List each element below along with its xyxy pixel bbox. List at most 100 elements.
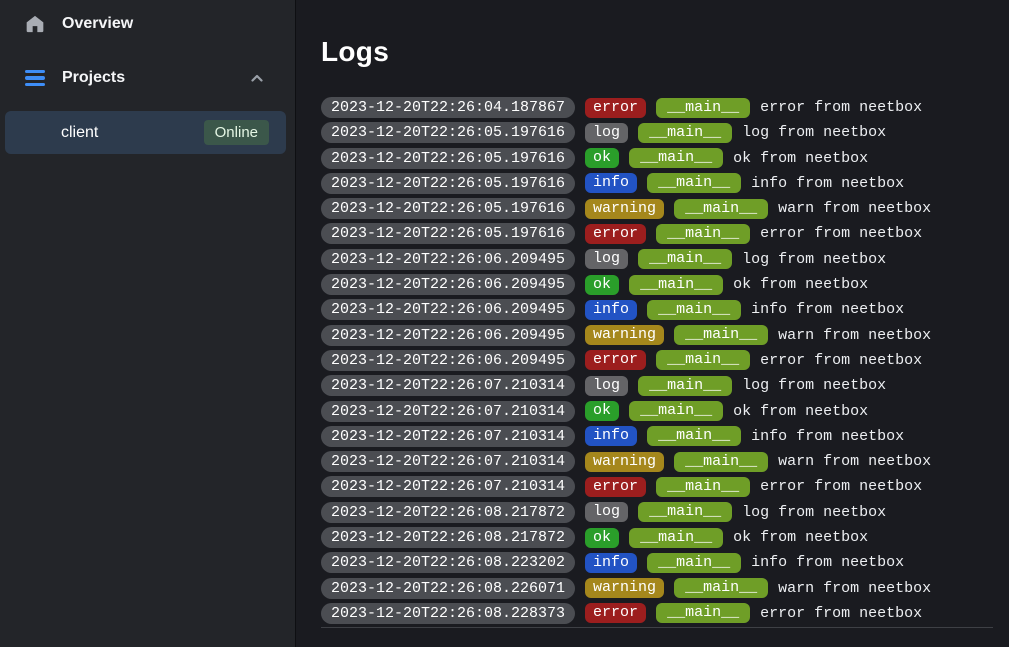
sidebar-item-client[interactable]: client Online xyxy=(5,111,286,154)
log-tag-badge: __main__ xyxy=(638,123,732,143)
main-content: Logs 2023-12-20T22:26:04.187867 error __ma… xyxy=(296,0,1009,647)
log-tag-badge: __main__ xyxy=(638,376,732,396)
log-timestamp: 2023-12-20T22:26:08.217872 xyxy=(321,502,575,523)
status-badge: Online xyxy=(204,120,269,145)
log-level-badge: log xyxy=(585,249,628,269)
log-level-badge: info xyxy=(585,173,637,193)
sidebar-item-projects[interactable]: Projects xyxy=(0,59,295,97)
log-level-badge: error xyxy=(585,98,646,118)
log-tag-badge: __main__ xyxy=(674,452,768,472)
log-row: 2023-12-20T22:26:05.197616warning__main_… xyxy=(321,198,993,219)
log-timestamp: 2023-12-20T22:26:06.209495 xyxy=(321,249,575,270)
log-timestamp: 2023-12-20T22:26:04.187867 xyxy=(321,97,575,118)
log-level-badge: warning xyxy=(585,452,664,472)
log-tag-badge: __main__ xyxy=(629,528,723,548)
log-level-badge: warning xyxy=(585,578,664,598)
log-message: ok from neetbox xyxy=(733,529,868,546)
log-tag-badge: __main__ xyxy=(674,199,768,219)
log-row: 2023-12-20T22:26:06.209495info__main__in… xyxy=(321,299,993,320)
log-level-badge: ok xyxy=(585,401,619,421)
log-message: info from neetbox xyxy=(751,428,904,445)
log-row: 2023-12-20T22:26:08.217872 log __main__ log… xyxy=(321,502,993,523)
log-level-badge: log xyxy=(585,123,628,143)
log-level-badge: error xyxy=(585,224,646,244)
log-message: ok from neetbox xyxy=(733,403,868,420)
log-message: error from neetbox xyxy=(760,605,922,622)
log-message: warn from neetbox xyxy=(778,453,931,470)
log-tag-badge: __main__ xyxy=(674,578,768,598)
log-timestamp: 2023-12-20T22:26:05.197616 xyxy=(321,198,575,219)
log-level-badge: info xyxy=(585,553,637,573)
log-tag-badge: __main__ xyxy=(674,325,768,345)
log-tag-badge: __main__ xyxy=(629,148,723,168)
log-level-badge: error xyxy=(585,603,646,623)
log-message: ok from neetbox xyxy=(733,150,868,167)
log-row: 2023-12-20T22:26:08.217872 ok __main__ ok f… xyxy=(321,527,993,548)
log-message: ok from neetbox xyxy=(733,276,868,293)
project-name: client xyxy=(61,124,98,142)
log-level-badge: info xyxy=(585,426,637,446)
sidebar-item-overview[interactable]: Overview xyxy=(0,5,295,43)
log-message: error from neetbox xyxy=(760,478,922,495)
log-message: log from neetbox xyxy=(742,251,886,268)
log-level-badge: log xyxy=(585,502,628,522)
sidebar-item-label: Projects xyxy=(62,69,125,87)
log-row: 2023-12-20T22:26:06.209495warning__main_… xyxy=(321,325,993,346)
log-tag-badge: __main__ xyxy=(656,224,750,244)
log-level-badge: log xyxy=(585,376,628,396)
log-timestamp: 2023-12-20T22:26:08.228373 xyxy=(321,603,575,624)
log-tag-badge: __main__ xyxy=(656,477,750,497)
log-timestamp: 2023-12-20T22:26:08.226071 xyxy=(321,578,575,599)
log-level-badge: ok xyxy=(585,528,619,548)
log-timestamp: 2023-12-20T22:26:06.209495 xyxy=(321,350,575,371)
chevron-up-icon[interactable] xyxy=(249,70,265,86)
log-level-badge: ok xyxy=(585,275,619,295)
page-title: Logs xyxy=(321,36,993,68)
log-timestamp: 2023-12-20T22:26:07.210314 xyxy=(321,451,575,472)
log-tag-badge: __main__ xyxy=(656,350,750,370)
log-timestamp: 2023-12-20T22:26:07.210314 xyxy=(321,476,575,497)
log-timestamp: 2023-12-20T22:26:05.197616 xyxy=(321,122,575,143)
log-timestamp: 2023-12-20T22:26:05.197616 xyxy=(321,148,575,169)
log-level-badge: warning xyxy=(585,325,664,345)
log-tag-badge: __main__ xyxy=(638,502,732,522)
log-row: 2023-12-20T22:26:04.187867 error __main__ e… xyxy=(321,97,993,118)
log-tag-badge: __main__ xyxy=(656,603,750,623)
log-row: 2023-12-20T22:26:06.209495 log __main__ log… xyxy=(321,249,993,270)
sidebar-item-label: Overview xyxy=(62,15,133,33)
log-timestamp: 2023-12-20T22:26:06.209495 xyxy=(321,274,575,295)
menu-icon xyxy=(25,68,45,88)
log-tag-badge: __main__ xyxy=(656,98,750,118)
log-row: 2023-12-20T22:26:07.210314 error __main__ e… xyxy=(321,476,993,497)
log-timestamp: 2023-12-20T22:26:07.210314 xyxy=(321,426,575,447)
log-timestamp: 2023-12-20T22:26:08.217872 xyxy=(321,527,575,548)
log-message: warn from neetbox xyxy=(778,580,931,597)
log-timestamp: 2023-12-20T22:26:05.197616 xyxy=(321,223,575,244)
sidebar: Overview Projects client Online xyxy=(0,0,296,647)
log-tag-badge: __main__ xyxy=(638,249,732,269)
log-message: info from neetbox xyxy=(751,175,904,192)
log-message: error from neetbox xyxy=(760,99,922,116)
log-timestamp: 2023-12-20T22:26:07.210314 xyxy=(321,401,575,422)
log-message: log from neetbox xyxy=(742,504,886,521)
divider xyxy=(321,627,993,628)
log-level-badge: error xyxy=(585,350,646,370)
log-tag-badge: __main__ xyxy=(629,401,723,421)
log-row: 2023-12-20T22:26:05.197616 ok __main__ ok f… xyxy=(321,148,993,169)
log-timestamp: 2023-12-20T22:26:06.209495 xyxy=(321,299,575,320)
log-timestamp: 2023-12-20T22:26:08.223202 xyxy=(321,552,575,573)
log-row: 2023-12-20T22:26:07.210314 warning __main_… xyxy=(321,451,993,472)
log-tag-badge: __main__ xyxy=(647,426,741,446)
log-message: log from neetbox xyxy=(742,124,886,141)
log-row: 2023-12-20T22:26:08.223202 info __main__ in… xyxy=(321,552,993,573)
log-level-badge: ok xyxy=(585,148,619,168)
log-tag-badge: __main__ xyxy=(647,173,741,193)
log-timestamp: 2023-12-20T22:26:07.210314 xyxy=(321,375,575,396)
log-level-badge: info xyxy=(585,300,637,320)
log-tag-badge: __main__ xyxy=(647,553,741,573)
log-message: warn from neetbox xyxy=(778,200,931,217)
log-row: 2023-12-20T22:26:08.226071 warning __main_… xyxy=(321,578,993,599)
log-row: 2023-12-20T22:26:05.197616 log __main__ log… xyxy=(321,122,993,143)
log-level-badge: error xyxy=(585,477,646,497)
log-message: info from neetbox xyxy=(751,554,904,571)
